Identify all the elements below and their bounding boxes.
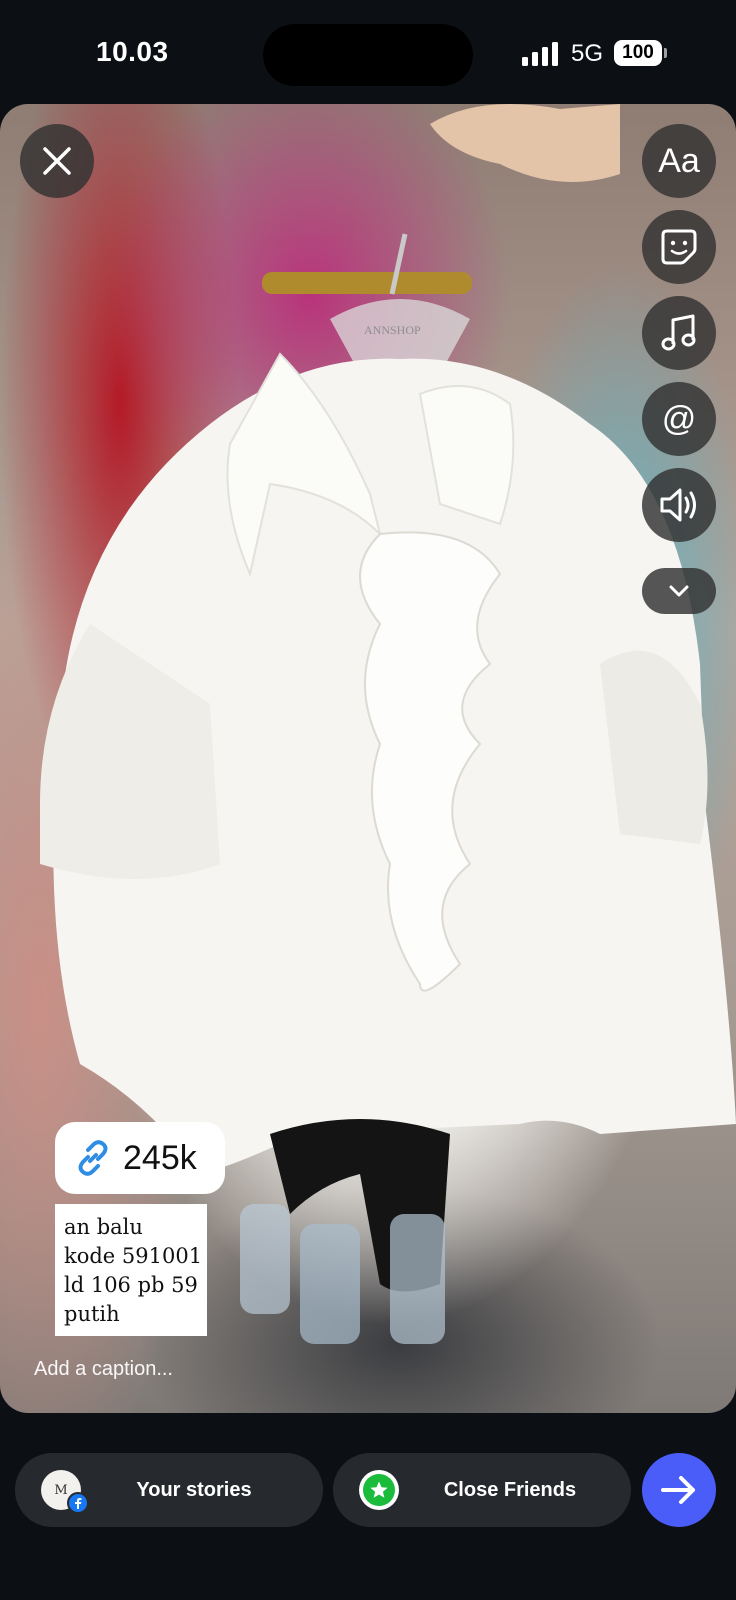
sticker-icon bbox=[661, 229, 697, 265]
bottle bbox=[390, 1214, 445, 1344]
your-stories-button[interactable]: M Your stories bbox=[15, 1453, 323, 1527]
link-sticker-count: 245k bbox=[123, 1138, 197, 1177]
text-tool-label: Aa bbox=[658, 141, 700, 180]
sound-tool-button[interactable] bbox=[642, 468, 716, 542]
caption-line: kode 591001 bbox=[64, 1244, 203, 1268]
battery-indicator: 100 bbox=[614, 40, 662, 66]
link-sticker[interactable]: 245k bbox=[55, 1122, 225, 1194]
status-bar: 10.03 5G 100 bbox=[0, 0, 736, 104]
caption-line: putih bbox=[64, 1302, 120, 1326]
caption-line: an balu bbox=[64, 1215, 143, 1239]
mention-tool-button[interactable]: @ bbox=[642, 382, 716, 456]
dynamic-island bbox=[263, 24, 473, 86]
add-caption-input[interactable]: Add a caption... bbox=[34, 1358, 173, 1381]
signal-icon bbox=[522, 42, 558, 66]
chevron-down-icon bbox=[669, 585, 689, 597]
your-stories-label: Your stories bbox=[136, 1478, 252, 1501]
story-canvas[interactable]: ANNSHOP Aa @ 245k an balu kode 591001 ld… bbox=[0, 104, 736, 1413]
music-tool-button[interactable] bbox=[642, 296, 716, 370]
bottle bbox=[240, 1204, 290, 1314]
music-note-icon bbox=[661, 314, 696, 351]
battery-tip bbox=[664, 48, 667, 58]
link-icon bbox=[78, 1140, 108, 1176]
send-button[interactable] bbox=[642, 1453, 716, 1527]
caption-line: ld 106 pb 59 bbox=[64, 1273, 198, 1297]
close-button[interactable] bbox=[20, 124, 94, 198]
close-friends-button[interactable]: Close Friends bbox=[333, 1453, 631, 1527]
hanger-brand-text: ANNSHOP bbox=[364, 323, 421, 337]
mention-tool-label: @ bbox=[661, 399, 697, 438]
bottle bbox=[300, 1224, 360, 1344]
speaker-icon bbox=[660, 488, 696, 522]
more-tools-button[interactable] bbox=[642, 568, 716, 614]
caption-text-sticker[interactable]: an balu kode 591001 ld 106 pb 59 putih bbox=[55, 1204, 207, 1336]
status-time: 10.03 bbox=[96, 36, 169, 67]
clothes-rail bbox=[262, 272, 472, 294]
arrow-right-icon bbox=[661, 1476, 695, 1504]
text-tool-button[interactable]: Aa bbox=[642, 124, 716, 198]
close-icon bbox=[43, 147, 71, 175]
hand bbox=[430, 104, 620, 182]
sticker-tool-button[interactable] bbox=[642, 210, 716, 284]
network-type: 5G bbox=[571, 40, 604, 67]
close-friends-label: Close Friends bbox=[443, 1478, 577, 1501]
